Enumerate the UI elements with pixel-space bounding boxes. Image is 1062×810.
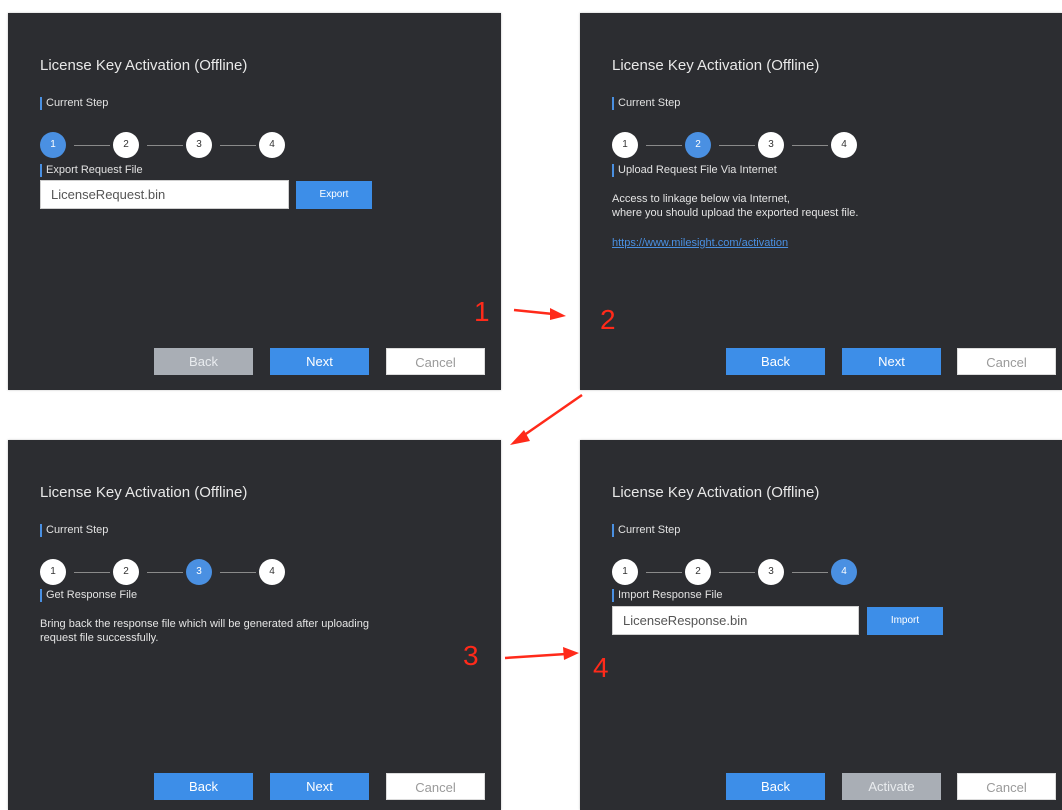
arrow-2-to-3 [510,393,583,445]
flow-arrows [504,308,583,660]
step-marker-2: 2 [600,304,616,335]
arrow-1-to-2 [513,308,566,320]
step-marker-1: 1 [474,296,490,327]
step-marker-4: 4 [593,652,609,683]
step-marker-3: 3 [463,640,479,671]
arrow-3-to-4 [504,647,579,660]
